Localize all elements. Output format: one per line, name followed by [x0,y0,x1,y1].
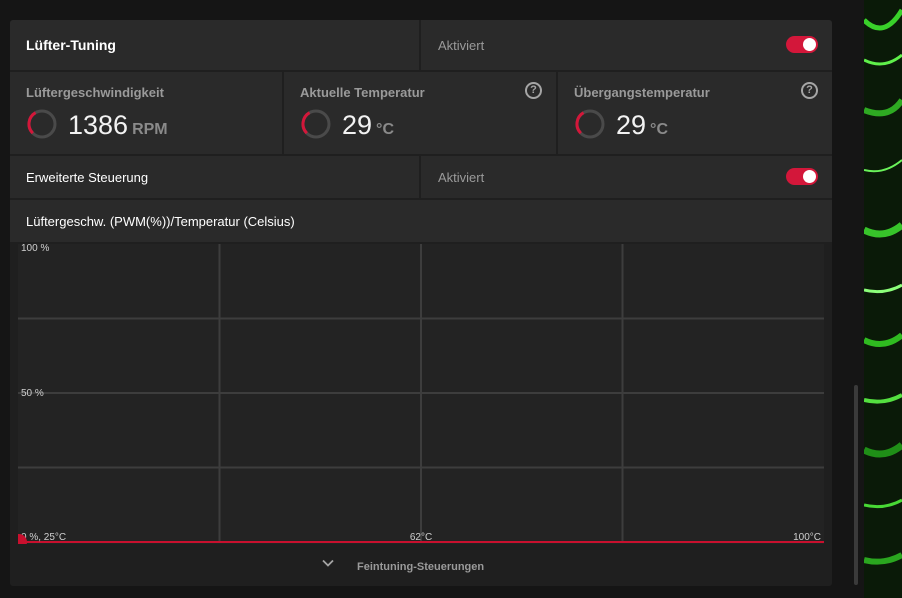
current-temp-help-icon[interactable]: ? [525,82,542,99]
fan-tuning-label-cell: Lüfter-Tuning [10,20,419,70]
fan-speed-gauge-icon [27,109,57,139]
junction-temp-value-group: 29 °C [616,110,668,141]
junction-temp-unit: °C [650,121,668,138]
advanced-control-row: Erweiterte Steuerung Aktiviert [10,156,832,198]
fan-speed-unit: RPM [132,121,168,138]
current-temp-gauge-icon [301,109,331,139]
fan-tuning-status: Aktiviert [438,38,485,53]
fan-tuning-row: Lüfter-Tuning Aktiviert [10,20,832,70]
current-temp-unit: °C [376,121,394,138]
current-temp-value-group: 29 °C [342,110,394,141]
junction-temp-value: 29 [616,110,647,140]
fan-tuning-panel: Lüfter-Tuning Aktiviert Lüftergeschwindi… [10,20,832,586]
fine-tuning-toggle[interactable]: Feintuning-Steuerungen [10,548,832,586]
fan-speed-value-group: 1386 RPM [68,110,168,141]
fan-tuning-status-cell: Aktiviert [421,20,832,70]
advanced-status-cell: Aktiviert [421,156,832,198]
advanced-control-status: Aktiviert [438,170,485,185]
metrics-row: Lüftergeschwindigkeit 1386 RPM Aktuelle T… [10,72,832,154]
scrollbar[interactable] [854,385,858,585]
x-tick-label: 0 %, 25°C [21,532,66,543]
current-temp-value: 29 [342,110,373,140]
junction-temp-metric: Übergangstemperatur ? 29 °C [558,72,832,154]
fan-tuning-title: Lüfter-Tuning [26,37,116,53]
current-temp-label: Aktuelle Temperatur [300,85,425,100]
advanced-control-toggle[interactable] [786,168,818,185]
y-tick-label: 50 % [21,388,44,399]
junction-temp-gauge-icon [575,109,605,139]
x-tick-label: 62°C [410,532,432,543]
fan-speed-metric: Lüftergeschwindigkeit 1386 RPM [10,72,282,154]
fan-speed-label: Lüftergeschwindigkeit [26,85,164,100]
chart-header-row: Lüftergeschw. (PWM(%))/Temperatur (Celsi… [10,200,832,242]
x-tick-label: 100°C [793,532,821,543]
chart-header-title: Lüftergeschw. (PWM(%))/Temperatur (Celsi… [26,214,295,229]
advanced-label-cell: Erweiterte Steuerung [10,156,419,198]
junction-temp-label: Übergangstemperatur [574,85,710,100]
fan-curve-chart[interactable]: 100 % 50 % 0 %, 25°C 62°C 100°C [18,244,824,544]
junction-temp-help-icon[interactable]: ? [801,82,818,99]
background-wallpaper-image [864,0,902,598]
chevron-down-icon [322,559,334,567]
fan-speed-value: 1386 [68,110,129,140]
fine-tuning-label: Feintuning-Steuerungen [357,561,485,573]
advanced-control-title: Erweiterte Steuerung [26,170,149,185]
fan-tuning-toggle[interactable] [786,36,818,53]
y-tick-label: 100 % [21,244,49,254]
fan-curve-svg[interactable]: 100 % 50 % 0 %, 25°C 62°C 100°C [18,244,824,544]
current-temp-metric: Aktuelle Temperatur ? 29 °C [284,72,556,154]
chart-header-cell: Lüftergeschw. (PWM(%))/Temperatur (Celsi… [10,200,832,242]
page: Lüfter-Tuning Aktiviert Lüftergeschwindi… [0,0,902,598]
